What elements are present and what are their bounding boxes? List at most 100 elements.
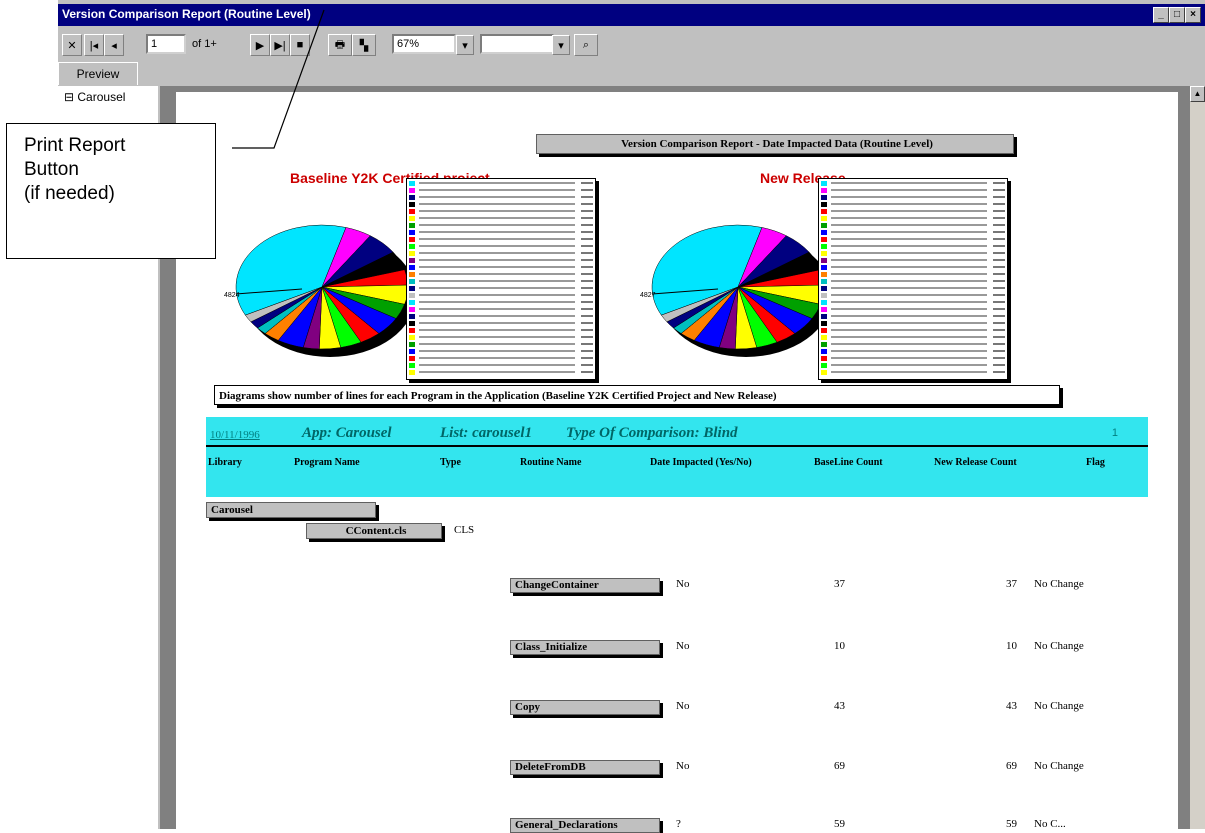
close-icon: ✕ <box>67 39 77 52</box>
slice-label: 4827 <box>640 292 656 299</box>
zoom-dropdown-button[interactable]: ▾ <box>456 35 474 55</box>
legend-text <box>419 266 575 268</box>
legend-value <box>993 364 1005 366</box>
tab-preview[interactable]: Preview <box>58 62 138 85</box>
legend-row <box>409 299 593 305</box>
legend-swatch <box>821 320 827 326</box>
legend-row <box>821 292 1005 298</box>
date-impacted: No <box>676 640 690 652</box>
legend-row <box>409 327 593 333</box>
legend-text <box>419 329 575 331</box>
legend-text <box>419 322 575 324</box>
find-button[interactable]: ⌕ <box>574 34 598 56</box>
legend-text <box>419 210 575 212</box>
callout-line: Button <box>24 159 79 180</box>
legend-value <box>581 308 593 310</box>
legend-text <box>419 245 575 247</box>
legend-text <box>419 217 575 219</box>
legend-text <box>419 203 575 205</box>
legend-text <box>419 196 575 198</box>
legend-text <box>419 238 575 240</box>
maximize-button[interactable]: □ <box>1169 7 1185 23</box>
legend-value <box>581 196 593 198</box>
collapse-icon: ⊟ <box>64 90 78 104</box>
legend-swatch <box>409 271 415 277</box>
close-button[interactable]: × <box>1185 7 1201 23</box>
legend-value <box>993 182 1005 184</box>
routine-name: ChangeContainer <box>510 578 660 593</box>
first-page-button[interactable]: |◂ <box>84 34 104 56</box>
new-release-count: 43 <box>1006 700 1017 712</box>
legend-swatch <box>409 208 415 214</box>
callout-line: (if needed) <box>24 183 115 204</box>
legend-value <box>581 231 593 233</box>
legend-row <box>409 306 593 312</box>
legend-row <box>821 306 1005 312</box>
legend-text <box>831 196 987 198</box>
legend-row <box>409 362 593 368</box>
legend-swatch <box>409 369 415 375</box>
legend-swatch <box>409 187 415 193</box>
flag: No Change <box>1034 640 1084 652</box>
legend-swatch <box>409 313 415 319</box>
comparison-type-label: Type Of Comparison: Blind <box>566 425 738 441</box>
next-page-button[interactable]: ▶ <box>250 34 270 56</box>
pie-chart-left: 4824 <box>224 224 412 357</box>
legend-text <box>419 364 575 366</box>
legend-value <box>581 343 593 345</box>
legend-row <box>821 201 1005 207</box>
legend-value <box>993 280 1005 282</box>
legend-text <box>419 280 575 282</box>
legend-row <box>821 187 1005 193</box>
scroll-up-icon[interactable]: ▲ <box>1190 86 1205 102</box>
vertical-scrollbar[interactable]: ▲ <box>1190 86 1205 829</box>
legend-value <box>581 273 593 275</box>
legend-row <box>821 299 1005 305</box>
legend-value <box>993 357 1005 359</box>
program-group: CContent.cls <box>306 523 442 539</box>
col-type: Type <box>440 457 461 468</box>
header-rule <box>206 445 1148 447</box>
previous-page-button[interactable]: ◂ <box>104 34 124 56</box>
legend-row <box>821 194 1005 200</box>
legend-swatch <box>821 222 827 228</box>
new-release-count: 37 <box>1006 578 1017 590</box>
col-date-impacted: Date Impacted (Yes/No) <box>650 457 752 468</box>
list-label: List: carousel1 <box>440 425 533 441</box>
legend-row <box>409 257 593 263</box>
legend-value <box>993 189 1005 191</box>
stop-button[interactable]: ■ <box>290 34 310 56</box>
legend-swatch <box>409 299 415 305</box>
legend-swatch <box>821 278 827 284</box>
legend-swatch <box>821 271 827 277</box>
legend-text <box>419 182 575 184</box>
search-text-combo[interactable] <box>480 34 554 54</box>
export-button[interactable]: ▚ <box>352 34 376 56</box>
legend-swatch <box>821 229 827 235</box>
stop-icon: ■ <box>296 39 304 51</box>
next-page-icon: ▶ <box>255 39 265 52</box>
legend-swatch <box>821 180 827 186</box>
print-report-button[interactable]: 🖶 <box>328 34 352 56</box>
legend-value <box>993 196 1005 198</box>
search-dropdown-button[interactable]: ▾ <box>552 35 570 55</box>
minimize-button[interactable]: _ <box>1153 7 1169 23</box>
tree-node-label: Carousel <box>77 90 126 104</box>
legend-swatch <box>409 257 415 263</box>
baseline-count: 37 <box>834 578 845 590</box>
app-label: App: Carousel <box>302 425 392 441</box>
last-page-button[interactable]: ▶| <box>270 34 290 56</box>
legend-text <box>831 280 987 282</box>
legend-row <box>409 355 593 361</box>
zoom-select[interactable]: 67% <box>392 34 456 54</box>
legend-text <box>831 350 987 352</box>
legend-right <box>818 178 1008 380</box>
legend-row <box>409 278 593 284</box>
legend-text <box>831 364 987 366</box>
legend-row <box>821 362 1005 368</box>
page-number-input[interactable]: 1 <box>146 34 186 54</box>
legend-text <box>831 357 987 359</box>
close-preview-button[interactable]: ✕ <box>62 34 82 56</box>
tree-node-carousel[interactable]: ⊟ Carousel <box>64 90 125 104</box>
routine-name: Copy <box>510 700 660 715</box>
